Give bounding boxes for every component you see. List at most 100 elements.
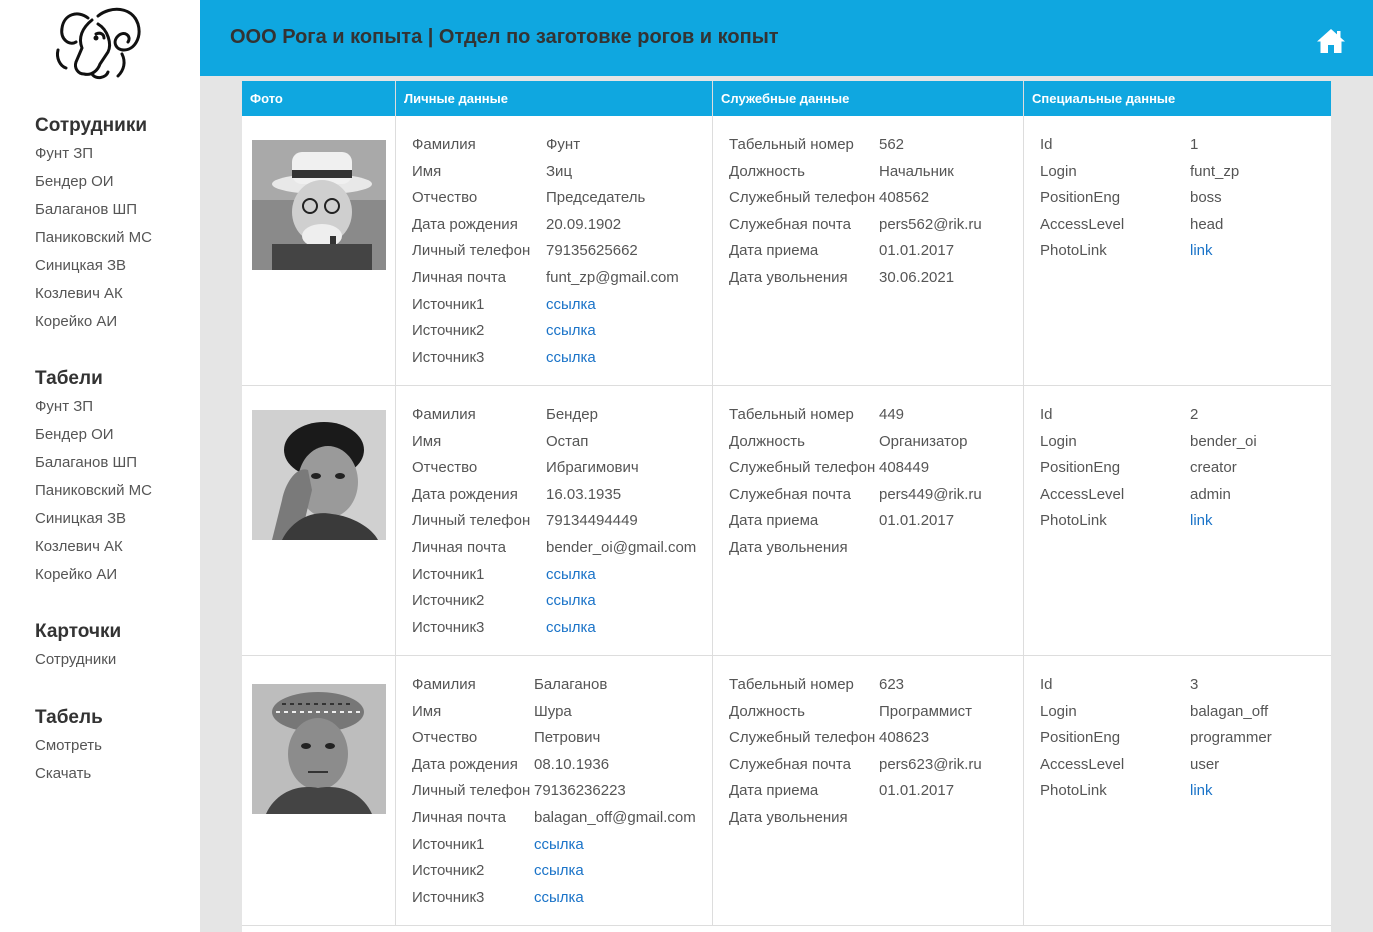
personal-data-cell: Фамилия Балаганов Имя Шура Отчество Петрович Д…: [396, 656, 713, 925]
field-label: AccessLevel: [1040, 215, 1125, 233]
source-link[interactable]: link: [1190, 778, 1213, 805]
nav-section-title: Карточки: [35, 621, 122, 642]
field-value: Председатель: [546, 189, 646, 207]
sidebar-item[interactable]: Корейко АИ: [35, 308, 152, 336]
field-label: PositionEng: [1040, 459, 1121, 477]
field-label: Имя: [412, 702, 442, 720]
field-label: Должность: [729, 432, 805, 450]
field-value: programmer: [1190, 729, 1272, 747]
source-link[interactable]: ссылка: [546, 562, 596, 589]
field-value: bender_oi: [1190, 432, 1257, 450]
field-value: Начальник: [879, 162, 954, 180]
column-header-photo: Фото: [242, 81, 396, 116]
employees-table: Фото Личные данные Служебные данные Спец…: [242, 81, 1331, 932]
home-icon[interactable]: [1316, 28, 1346, 54]
source-link[interactable]: ссылка: [546, 615, 596, 642]
field-value: 623: [879, 676, 905, 693]
field-label: Личный телефон: [412, 242, 531, 260]
nav-section-title: Табель: [35, 707, 103, 728]
field-label: Login: [1040, 432, 1077, 450]
field-label: Фамилия: [412, 676, 476, 693]
nav-section: Табели Фунт ЗП Бендер ОИ Балаганов ШП Панико…: [35, 365, 152, 589]
field-label: PhotoLink: [1040, 782, 1107, 800]
field-value: 408623: [879, 729, 930, 747]
field-label: Должность: [729, 702, 805, 720]
field-label: Источник2: [412, 862, 485, 880]
field-label: Табельный номер: [729, 676, 854, 693]
field-value: Организатор: [879, 432, 968, 450]
field-label: Служебный телефон: [729, 729, 876, 747]
sidebar-item[interactable]: Балаганов ШП: [35, 196, 152, 224]
field-value: 79135625662: [546, 242, 638, 260]
field-label: Источник1: [412, 835, 485, 853]
field-value: 30.06.2021: [879, 269, 955, 286]
source-link[interactable]: ссылка: [546, 588, 596, 615]
source-link[interactable]: ссылка: [534, 832, 584, 859]
field-label: PositionEng: [1040, 729, 1121, 747]
field-label: Личная почта: [412, 539, 506, 556]
personal-data-cell: Фамилия Фунт Имя Зиц Отчество Председатель Дат…: [396, 116, 713, 385]
field-label: Источник3: [412, 618, 485, 636]
sidebar-item[interactable]: Паниковский МС: [35, 477, 152, 505]
nav-section-title: Табели: [35, 368, 103, 389]
table-row: Фамилия Бендер Имя Остап Отчество Ибрагимович…: [242, 386, 1331, 656]
sidebar-item[interactable]: Козлевич АК: [35, 280, 152, 308]
source-link[interactable]: ссылка: [534, 885, 584, 912]
field-value: 08.10.1936: [534, 755, 610, 773]
work-data-cell: Табельный номер 562 Должность Начальник Служ…: [713, 116, 1024, 385]
field-value: creator: [1190, 459, 1237, 477]
source-link[interactable]: ссылка: [534, 858, 584, 885]
employee-photo: [252, 410, 386, 540]
field-label: Отчество: [412, 459, 478, 477]
field-value: Остап: [546, 432, 589, 450]
sidebar-item[interactable]: Смотреть: [35, 732, 103, 760]
field-label: Должность: [729, 162, 805, 180]
field-label: PhotoLink: [1040, 512, 1107, 530]
field-value: 20.09.1902: [546, 215, 622, 233]
sidebar-item[interactable]: Синицкая ЗВ: [35, 505, 152, 533]
field-label: Имя: [412, 432, 442, 450]
photo-cell: [242, 656, 396, 925]
field-value: bender_oi@gmail.com: [546, 539, 697, 556]
field-label: Служебный телефон: [729, 459, 876, 477]
table-row: Фамилия Балаганов Имя Шура Отчество Петрович Д…: [242, 656, 1331, 926]
field-value: Балаганов: [534, 676, 608, 693]
sidebar-item[interactable]: Фунт ЗП: [35, 393, 152, 421]
field-label: Табельный номер: [729, 406, 854, 423]
sidebar-item[interactable]: Балаганов ШП: [35, 449, 152, 477]
source-link[interactable]: ссылка: [546, 345, 596, 372]
source-link[interactable]: link: [1190, 238, 1213, 265]
field-value: 01.01.2017: [879, 782, 955, 800]
source-link[interactable]: link: [1190, 508, 1213, 535]
source-link[interactable]: ссылка: [546, 318, 596, 345]
field-label: Id: [1040, 406, 1053, 423]
field-value: funt_zp: [1190, 162, 1240, 180]
photo-cell: [242, 386, 396, 655]
work-data-cell: Табельный номер 623 Должность Программист Сл…: [713, 656, 1024, 925]
sidebar-item[interactable]: Паниковский МС: [35, 224, 152, 252]
field-label: Дата увольнения: [729, 539, 848, 556]
field-value: 79136236223: [534, 782, 626, 800]
field-value: Зиц: [546, 162, 573, 180]
field-value: Петрович: [534, 729, 601, 747]
field-label: Табельный номер: [729, 136, 854, 153]
sidebar-item[interactable]: Корейко АИ: [35, 561, 152, 589]
field-label: Источник2: [412, 592, 485, 610]
photo-cell: [242, 116, 396, 385]
special-data-cell: Id 3 Login balagan_off PositionEng programmer…: [1024, 656, 1331, 925]
field-label: Источник2: [412, 322, 485, 340]
field-value: admin: [1190, 485, 1231, 503]
sidebar-item[interactable]: Фунт ЗП: [35, 140, 152, 168]
sidebar-item[interactable]: Бендер ОИ: [35, 168, 152, 196]
field-label: Отчество: [412, 189, 478, 207]
field-label: Личная почта: [412, 269, 506, 286]
sidebar-item[interactable]: Бендер ОИ: [35, 421, 152, 449]
sidebar-item[interactable]: Козлевич АК: [35, 533, 152, 561]
sidebar-item[interactable]: Сотрудники: [35, 646, 121, 674]
source-link[interactable]: ссылка: [546, 292, 596, 319]
sidebar-item[interactable]: Синицкая ЗВ: [35, 252, 152, 280]
employee-photo: [252, 140, 386, 270]
field-value: 562: [879, 136, 905, 153]
field-label: Личная почта: [412, 809, 506, 826]
sidebar-item[interactable]: Скачать: [35, 760, 103, 788]
